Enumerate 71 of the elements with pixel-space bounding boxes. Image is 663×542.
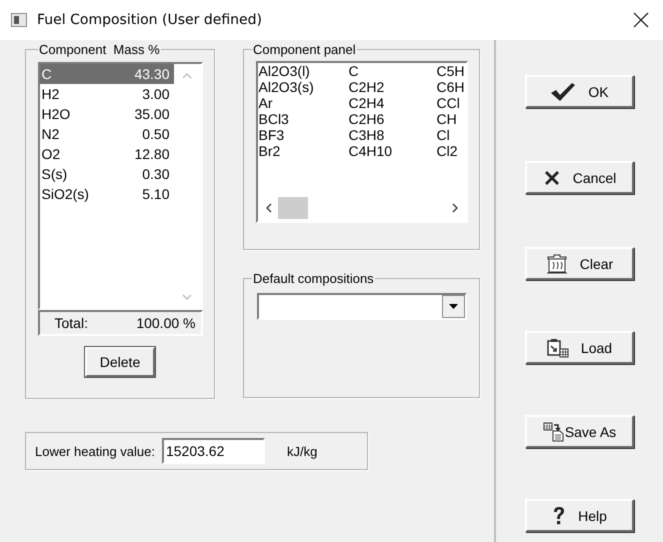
component-item[interactable]: CCl	[436, 95, 466, 111]
component-row[interactable]: S(s) 0.30	[40, 164, 174, 184]
component-item[interactable]: BF3	[258, 127, 348, 143]
dropdown-arrow-icon	[448, 304, 458, 309]
dropdown-button[interactable]	[442, 295, 464, 318]
ok-button[interactable]: OK	[525, 75, 634, 108]
component-name: SiO2(s)	[42, 186, 89, 202]
group-title: Component Mass %	[38, 42, 161, 57]
component-name: N2	[42, 126, 60, 142]
component-item[interactable]: Br2	[258, 143, 348, 159]
component-row[interactable]: C 43.30	[40, 64, 174, 84]
component-item[interactable]: C3H8	[348, 127, 436, 143]
component-name: C	[42, 66, 52, 82]
cross-icon	[542, 168, 561, 186]
component-item[interactable]: Cl2	[436, 143, 466, 159]
component-name: H2O	[42, 106, 70, 122]
component-item[interactable]: C2H6	[348, 111, 436, 127]
window-icon	[11, 13, 27, 27]
delete-button[interactable]: Delete	[85, 347, 155, 377]
mass-value: 43.30	[134, 66, 170, 82]
window-title: Fuel Composition (User defined)	[37, 12, 263, 28]
total-value: 100.00 %	[136, 315, 196, 331]
component-row[interactable]: SiO2(s) 5.10	[40, 184, 174, 204]
scroll-thumb[interactable]	[278, 197, 308, 219]
component-name: S(s)	[42, 166, 68, 182]
component-row[interactable]: O2 12.80	[40, 144, 174, 164]
mass-value: 5.10	[142, 186, 170, 202]
scroll-left-icon[interactable]	[266, 203, 272, 213]
mass-value: 3.00	[142, 86, 170, 102]
component-row[interactable]: N2 0.50	[40, 124, 174, 144]
component-item[interactable]: Al2O3(l)	[258, 63, 348, 79]
scroll-right-icon[interactable]	[452, 203, 458, 213]
mass-value: 0.30	[142, 166, 170, 182]
component-name: O2	[42, 146, 60, 162]
close-icon[interactable]	[633, 12, 649, 28]
component-item[interactable]: CH	[436, 111, 466, 127]
mass-value: 12.80	[134, 146, 170, 162]
heating-value-input[interactable]: 15203.62	[162, 438, 265, 464]
help-button[interactable]: Help	[525, 499, 634, 532]
component-item[interactable]: BCl3	[258, 111, 348, 127]
save-as-button[interactable]: Save As	[525, 415, 634, 448]
trash-bin-icon	[546, 254, 568, 274]
component-item[interactable]: C5H	[436, 63, 466, 79]
mass-value: 0.50	[142, 126, 170, 142]
component-item[interactable]: Ar	[258, 95, 348, 111]
load-button[interactable]: Load	[525, 331, 634, 364]
component-panel-list[interactable]: Al2O3(l) Al2O3(s) Ar BCl3 BF3 Br2 C C2H2 C2H4 C2H6 C3H8 C4H10 C5H C6H CCl CH Cl Cl2	[256, 61, 468, 223]
component-row[interactable]: H2O 35.00	[40, 104, 174, 124]
component-item[interactable]: C4H10	[348, 143, 436, 159]
component-row[interactable]: H2 3.00	[40, 84, 174, 104]
component-item[interactable]: C6H	[436, 79, 466, 95]
clear-button[interactable]: Clear	[525, 247, 634, 280]
component-item[interactable]: Al2O3(s)	[258, 79, 348, 95]
component-item[interactable]: Cl	[436, 127, 466, 143]
component-item[interactable]: C2H2	[348, 79, 436, 95]
heating-value-label: Lower heating value:	[35, 444, 155, 458]
check-icon	[550, 82, 576, 102]
document-arrow-icon	[542, 422, 565, 442]
cancel-button[interactable]: Cancel	[525, 161, 634, 194]
mass-value: 35.00	[134, 106, 170, 122]
clipboard-icon	[546, 338, 569, 358]
unit-label: kJ/kg	[286, 444, 318, 458]
question-mark-icon	[552, 506, 566, 526]
group-title: Component panel	[252, 42, 357, 57]
component-list[interactable]: C 43.30 H2 3.00 H2O 35.00 N2 0.50 O2 12.80 S(s) 0.30 SiO2(s) 5.10	[38, 62, 202, 310]
component-item[interactable]: C2H4	[348, 95, 436, 111]
composition-dropdown[interactable]	[256, 293, 466, 320]
total-label: Total:	[54, 315, 88, 331]
group-title: Default compositions	[252, 271, 375, 286]
component-name: H2	[42, 86, 60, 102]
component-item[interactable]: C	[348, 63, 436, 79]
